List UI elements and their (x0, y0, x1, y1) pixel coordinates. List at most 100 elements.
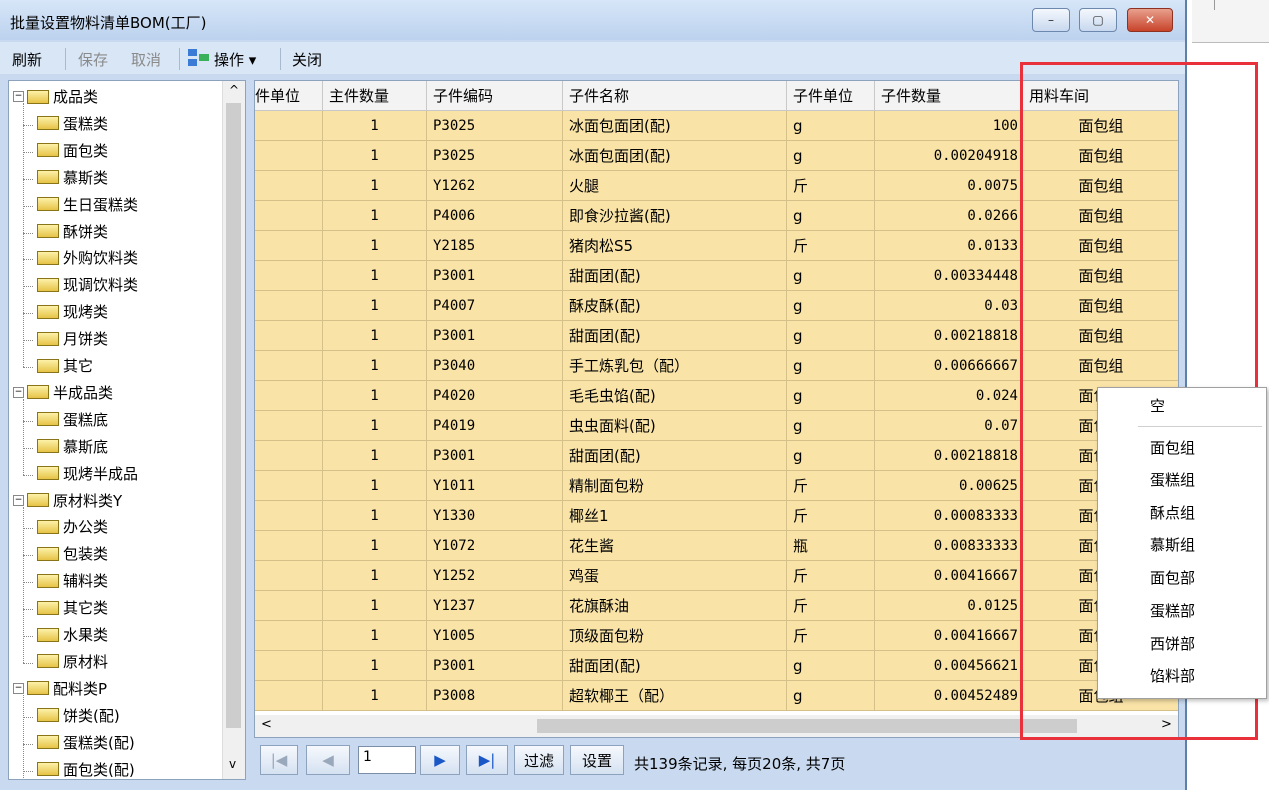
cell-child-name[interactable]: 椰丝1 (563, 501, 787, 531)
close-window-button[interactable]: ✕ (1127, 8, 1173, 32)
cell-child-name[interactable]: 花旗酥油 (563, 591, 787, 621)
cell-main-qty[interactable]: 1 (323, 441, 427, 471)
scroll-down-icon[interactable]: v (229, 757, 236, 771)
collapse-icon[interactable]: − (13, 682, 24, 694)
cell-child-unit[interactable]: 斤 (787, 591, 875, 621)
cancel-button[interactable]: 取消 (131, 49, 161, 70)
cell-child-unit[interactable]: g (787, 411, 875, 441)
cell-child-qty[interactable]: 0.00204918 (875, 141, 1023, 171)
col-header-child-qty[interactable]: 子件数量 (875, 81, 1023, 111)
minimize-button[interactable]: – (1032, 8, 1070, 32)
tree-leaf-node[interactable]: 月饼类 (37, 327, 108, 351)
cell-main-qty[interactable]: 1 (323, 531, 427, 561)
page-number-input[interactable]: 1 (358, 746, 416, 774)
cell-child-qty[interactable]: 0.00334448 (875, 261, 1023, 291)
tree-leaf-node[interactable]: 现调饮料类 (37, 273, 138, 297)
cell-child-code[interactable]: P3008 (427, 681, 563, 711)
prev-page-button[interactable]: ◀ (306, 745, 350, 775)
cell-child-code[interactable]: Y2185 (427, 231, 563, 261)
tree-group-node[interactable]: − 配料类P (13, 677, 107, 701)
cell-child-name[interactable]: 精制面包粉 (563, 471, 787, 501)
tree-leaf-node[interactable]: 包装类 (37, 542, 108, 566)
cell-child-name[interactable]: 甜面团(配) (563, 651, 787, 681)
cell-child-unit[interactable]: g (787, 141, 875, 171)
first-page-button[interactable]: |◀ (260, 745, 298, 775)
cell-main-qty[interactable]: 1 (323, 171, 427, 201)
cell-child-unit[interactable]: g (787, 111, 875, 141)
settings-button[interactable]: 设置 (570, 745, 624, 775)
next-page-button[interactable]: ▶ (420, 745, 460, 775)
cell-child-name[interactable]: 即食沙拉酱(配) (563, 201, 787, 231)
cell-child-code[interactable]: Y1237 (427, 591, 563, 621)
cell-unit[interactable] (255, 411, 323, 441)
tree-leaf-node[interactable]: 蛋糕类 (37, 112, 108, 136)
tree-leaf-node[interactable]: 水果类 (37, 623, 108, 647)
cell-main-qty[interactable]: 1 (323, 561, 427, 591)
cell-unit[interactable] (255, 561, 323, 591)
cell-main-qty[interactable]: 1 (323, 591, 427, 621)
cell-main-qty[interactable]: 1 (323, 501, 427, 531)
category-tree[interactable]: ^ v − 成品类 蛋糕类 面包类 慕斯类 生日蛋糕类 酥饼类 外购饮料类 现调饮料类 现烤类 月饼… (8, 80, 246, 780)
menu-item-workshop[interactable]: 西饼部 (1150, 629, 1195, 659)
cell-child-code[interactable]: Y1072 (427, 531, 563, 561)
cell-child-code[interactable]: P3001 (427, 321, 563, 351)
cell-unit[interactable] (255, 111, 323, 141)
filter-button[interactable]: 过滤 (514, 745, 564, 775)
cell-main-qty[interactable]: 1 (323, 201, 427, 231)
cell-child-qty[interactable]: 0.0075 (875, 171, 1023, 201)
cell-unit[interactable] (255, 381, 323, 411)
cell-child-name[interactable]: 手工炼乳包（配） (563, 351, 787, 381)
cell-child-code[interactable]: Y1252 (427, 561, 563, 591)
col-header-child-unit[interactable]: 子件单位 (787, 81, 875, 111)
tree-leaf-node[interactable]: 饼类(配) (37, 704, 120, 728)
cell-child-qty[interactable]: 0.00218818 (875, 441, 1023, 471)
cell-unit[interactable] (255, 531, 323, 561)
cell-child-qty[interactable]: 0.00218818 (875, 321, 1023, 351)
menu-item-workshop[interactable]: 蛋糕组 (1150, 465, 1195, 495)
tree-vertical-scrollbar[interactable]: ^ v (222, 81, 245, 779)
cell-child-unit[interactable]: 斤 (787, 471, 875, 501)
grid-scroll-thumb[interactable] (537, 719, 1077, 733)
cell-main-qty[interactable]: 1 (323, 291, 427, 321)
cell-child-code[interactable]: P3001 (427, 261, 563, 291)
menu-item-workshop[interactable]: 馅料部 (1150, 661, 1195, 691)
cell-child-name[interactable]: 冰面包面团(配) (563, 111, 787, 141)
cell-child-name[interactable]: 酥皮酥(配) (563, 291, 787, 321)
cell-child-unit[interactable]: g (787, 291, 875, 321)
cell-child-qty[interactable]: 0.024 (875, 381, 1023, 411)
cell-unit[interactable] (255, 201, 323, 231)
cell-child-qty[interactable]: 100 (875, 111, 1023, 141)
tree-leaf-node[interactable]: 蛋糕类(配) (37, 731, 135, 755)
cell-unit[interactable] (255, 651, 323, 681)
cell-child-code[interactable]: P4020 (427, 381, 563, 411)
collapse-icon[interactable]: − (13, 494, 24, 506)
cell-unit[interactable] (255, 231, 323, 261)
tree-group-node[interactable]: − 成品类 (13, 85, 98, 109)
cell-child-code[interactable]: P4006 (427, 201, 563, 231)
cell-child-unit[interactable]: 瓶 (787, 531, 875, 561)
cell-unit[interactable] (255, 441, 323, 471)
close-button[interactable]: 关闭 (292, 49, 322, 70)
tree-leaf-node[interactable]: 现烤类 (37, 300, 108, 324)
cell-child-unit[interactable]: 斤 (787, 231, 875, 261)
col-header-main-qty[interactable]: 主件数量 (323, 81, 427, 111)
tree-leaf-node[interactable]: 慕斯底 (37, 435, 108, 459)
tree-leaf-node[interactable]: 面包类(配) (37, 758, 135, 780)
cell-main-qty[interactable]: 1 (323, 681, 427, 711)
menu-item-workshop[interactable]: 慕斯组 (1150, 530, 1195, 560)
cell-child-unit[interactable]: 斤 (787, 621, 875, 651)
cell-child-qty[interactable]: 0.00833333 (875, 531, 1023, 561)
cell-main-qty[interactable]: 1 (323, 231, 427, 261)
cell-child-code[interactable]: Y1005 (427, 621, 563, 651)
cell-child-qty[interactable]: 0.00416667 (875, 621, 1023, 651)
tree-leaf-node[interactable]: 办公类 (37, 515, 108, 539)
col-header-unit[interactable]: 件单位 (255, 81, 323, 111)
cell-main-qty[interactable]: 1 (323, 381, 427, 411)
cell-main-qty[interactable]: 1 (323, 141, 427, 171)
last-page-button[interactable]: ▶| (466, 745, 508, 775)
tree-leaf-node[interactable]: 现烤半成品 (37, 462, 138, 486)
cell-child-name[interactable]: 猪肉松S5 (563, 231, 787, 261)
maximize-button[interactable]: ▢ (1079, 8, 1117, 32)
cell-child-unit[interactable]: g (787, 681, 875, 711)
save-button[interactable]: 保存 (78, 49, 108, 70)
